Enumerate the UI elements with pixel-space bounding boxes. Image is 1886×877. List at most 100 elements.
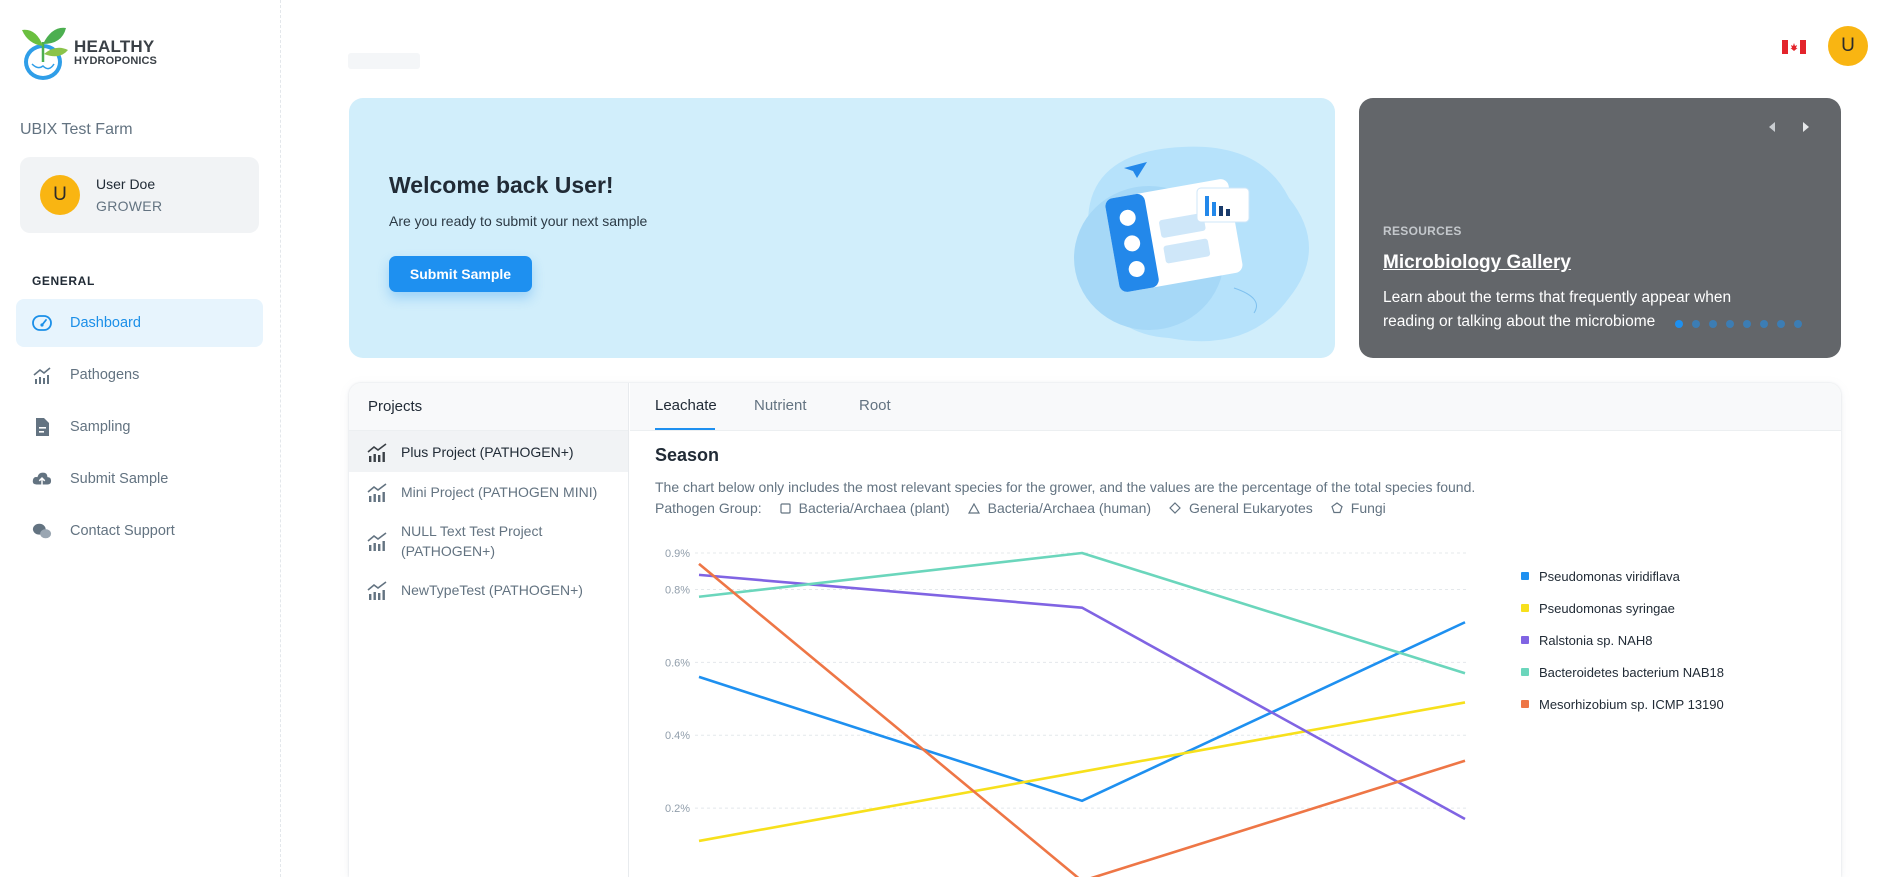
legend-item[interactable]: Pseudomonas viridiflava <box>1521 560 1724 592</box>
dashboard-illustration-icon <box>1074 146 1309 342</box>
sidebar-item-label: Pathogens <box>70 367 140 383</box>
carousel-dot[interactable] <box>1777 320 1785 328</box>
project-item-null-text[interactable]: NULL Text Test Project (PATHOGEN+) <box>349 512 628 570</box>
sidebar-item-sampling[interactable]: Sampling <box>16 403 263 451</box>
sidebar-nav: Dashboard Pathogens Sampling Submit Samp… <box>16 299 263 559</box>
legend-item[interactable]: Bacteroidetes bacterium NAB18 <box>1521 656 1724 688</box>
sidebar-item-label: Sampling <box>70 419 131 435</box>
series-line[interactable] <box>698 551 1466 675</box>
series-line[interactable] <box>698 573 1466 821</box>
project-item-plus[interactable]: Plus Project (PATHOGEN+) <box>349 431 628 472</box>
legend-item[interactable]: Ralstonia sp. NAH8 <box>1521 624 1724 656</box>
project-label: Mini Project (PATHOGEN MINI) <box>401 484 598 500</box>
chart-bars-icon <box>32 365 52 385</box>
farm-name: UBIX Test Farm <box>20 121 133 138</box>
project-item-mini[interactable]: Mini Project (PATHOGEN MINI) <box>349 472 628 512</box>
carousel-dot[interactable] <box>1794 320 1802 328</box>
pathogen-group-eukaryotes[interactable]: General Eukaryotes <box>1169 500 1313 516</box>
legend-label: Pseudomonas syringae <box>1539 600 1675 616</box>
square-outline-icon <box>780 502 791 514</box>
season-title: Season <box>655 445 720 465</box>
y-tick-label: 0.8% <box>665 584 690 596</box>
carousel-dot[interactable] <box>1726 320 1734 328</box>
pathogen-group-plant[interactable]: Bacteria/Archaea (plant) <box>780 500 950 516</box>
legend-swatch <box>1521 700 1529 708</box>
avatar: U <box>40 175 80 215</box>
sidebar-item-label: Contact Support <box>70 523 175 539</box>
projects-list: Projects Plus Project (PATHOGEN+) Mini P… <box>349 383 629 877</box>
pathogen-group-filter: Pathogen Group: Bacteria/Archaea (plant)… <box>655 500 1386 516</box>
user-card[interactable]: U User Doe GROWER <box>20 157 259 233</box>
carousel-dot[interactable] <box>1743 320 1751 328</box>
active-tab-indicator <box>655 428 715 430</box>
legend-swatch <box>1521 604 1529 612</box>
sidebar-item-label: Submit Sample <box>70 471 169 487</box>
account-avatar[interactable]: U <box>1828 26 1868 66</box>
y-tick-label: 0.4% <box>665 730 690 742</box>
sidebar-item-contact-support[interactable]: Contact Support <box>16 507 263 555</box>
projects-heading: Projects <box>349 383 628 431</box>
pathogen-group-fungi[interactable]: Fungi <box>1331 500 1386 516</box>
legend-item[interactable]: Mesorhizobium sp. ICMP 13190 <box>1521 688 1724 720</box>
user-name: User Doe <box>96 176 156 192</box>
logo-text-line1: HEALTHY <box>74 36 155 56</box>
sidebar-item-submit-sample[interactable]: Submit Sample <box>16 455 263 503</box>
sidebar-item-pathogens[interactable]: Pathogens <box>16 351 263 399</box>
tab-root[interactable]: Root <box>859 397 891 414</box>
project-label: Plus Project (PATHOGEN+) <box>401 443 574 460</box>
pathogen-group-label: Pathogen Group: <box>655 500 762 516</box>
triangle-outline-icon <box>967 502 980 514</box>
resources-title-link[interactable]: Microbiology Gallery <box>1383 252 1571 274</box>
legend-swatch <box>1521 636 1529 644</box>
pathogen-group-human[interactable]: Bacteria/Archaea (human) <box>967 500 1151 516</box>
chart-bars-icon <box>367 483 387 502</box>
legend-label: Pseudomonas viridiflava <box>1539 568 1680 584</box>
logo-text-line2: HYDROPONICS <box>74 54 157 67</box>
canada-flag-icon[interactable] <box>1782 40 1806 54</box>
carousel-dot[interactable] <box>1760 320 1768 328</box>
carousel-next-icon[interactable] <box>1799 120 1813 134</box>
legend-item[interactable]: Pseudomonas syringae <box>1521 592 1724 624</box>
series-line[interactable] <box>698 701 1466 843</box>
legend-swatch <box>1521 668 1529 676</box>
series-line[interactable] <box>698 621 1466 803</box>
project-item-newtype[interactable]: NewTypeTest (PATHOGEN+) <box>349 570 628 610</box>
tab-leachate[interactable]: Leachate <box>655 397 717 414</box>
sample-type-tabs: Leachate Nutrient Root <box>630 383 1841 431</box>
cloud-upload-icon <box>32 469 52 489</box>
tab-nutrient[interactable]: Nutrient <box>754 397 807 414</box>
y-tick-label: 0.6% <box>665 657 690 669</box>
welcome-subtitle: Are you ready to submit your next sample <box>389 213 648 229</box>
sidebar-item-label: Dashboard <box>70 315 141 331</box>
y-tick-label: 0.9% <box>665 548 690 560</box>
resources-kicker: RESOURCES <box>1383 224 1462 238</box>
resources-carousel: RESOURCES Microbiology Gallery Learn abo… <box>1359 98 1841 358</box>
chart-bars-icon <box>367 532 387 551</box>
legend-label: Bacteroidetes bacterium NAB18 <box>1539 664 1724 680</box>
chart-bars-icon <box>367 442 387 462</box>
carousel-prev-icon[interactable] <box>1765 120 1779 134</box>
chat-bubbles-icon <box>32 521 52 541</box>
sidebar-item-dashboard[interactable]: Dashboard <box>16 299 263 347</box>
welcome-title: Welcome back User! <box>389 172 614 198</box>
project-label: NULL Text Test Project (PATHOGEN+) <box>401 523 543 559</box>
y-tick-label: 0.2% <box>665 803 690 815</box>
page-title-placeholder <box>348 53 420 69</box>
chart-bars-icon <box>367 581 387 600</box>
carousel-dot[interactable] <box>1692 320 1700 328</box>
logo[interactable]: HEALTHY HYDROPONICS <box>18 22 157 82</box>
sidebar: HEALTHY HYDROPONICS UBIX Test Farm U Use… <box>0 0 281 877</box>
pentagon-outline-icon <box>1331 502 1343 514</box>
season-line-chart: 0.2% 0.4% 0.6% 0.8% 0.9% <box>665 548 1469 877</box>
legend-label: Ralstonia sp. NAH8 <box>1539 632 1653 648</box>
diamond-outline-icon <box>1169 502 1181 514</box>
submit-sample-button[interactable]: Submit Sample <box>389 256 532 292</box>
nav-heading: GENERAL <box>32 274 95 288</box>
season-description: The chart below only includes the most r… <box>655 479 1476 495</box>
legend-swatch <box>1521 572 1529 580</box>
dashboard-gauge-icon <box>32 313 52 333</box>
welcome-banner: Welcome back User! Are you ready to subm… <box>349 98 1335 358</box>
carousel-dot[interactable] <box>1709 320 1717 328</box>
carousel-dot[interactable] <box>1675 320 1683 328</box>
series-line[interactable] <box>698 562 1466 877</box>
